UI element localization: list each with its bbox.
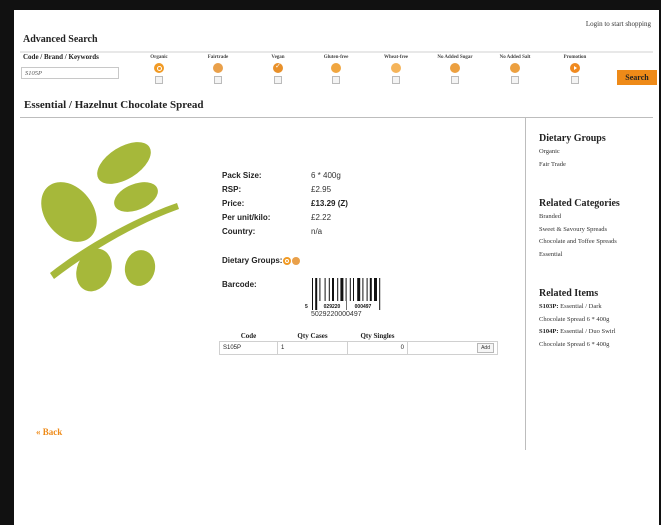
sidebar-heading: Related Categories [539, 198, 620, 209]
no-added-salt-icon [510, 63, 520, 73]
keyword-label: Code / Brand / Keywords [23, 53, 99, 61]
barcode-label: Barcode: [222, 280, 257, 289]
detail-value: £13.29 (Z) [311, 198, 348, 208]
related-item-name-line[interactable]: Chocolate Spread 6 * 400g [539, 314, 616, 327]
sidebar-dietary-groups: Dietary Groups Organic Fair Trade [539, 133, 606, 171]
add-button[interactable]: Add [477, 343, 494, 353]
related-item-name-line[interactable]: Chocolate Spread 6 * 400g [539, 339, 616, 352]
barcode-image: 5 029220 000497 [305, 278, 381, 310]
filter-checkbox-vegan[interactable] [274, 76, 282, 84]
promotion-icon [570, 63, 580, 73]
detail-value: n/a [311, 226, 323, 236]
gluten-free-icon [331, 63, 341, 73]
col-header-qty-cases: Qty Cases [297, 332, 328, 340]
filter-checkbox-organic[interactable] [155, 76, 163, 84]
back-link[interactable]: « Back [36, 427, 62, 437]
detail-row-rsp: RSP: £2.95 [222, 182, 348, 196]
sidebar-heading: Related Items [539, 288, 599, 299]
qty-singles-input[interactable]: 0 [347, 341, 408, 355]
barcode-number: 5029220000497 [311, 311, 362, 318]
related-item-name: Essential / Duo Swirl [560, 328, 616, 335]
barcode-digits-right: 000497 [355, 304, 372, 310]
dietary-groups-row: Dietary Groups: [222, 256, 301, 265]
category-link[interactable]: Branded [539, 211, 620, 224]
detail-row-pack-size: Pack Size: 6 * 400g [222, 168, 348, 182]
page: Login to start shopping Advanced Search … [14, 10, 659, 525]
keyword-input[interactable] [21, 67, 119, 79]
leaf-shape [41, 182, 97, 242]
filter-checkbox-no-added-salt[interactable] [511, 76, 519, 84]
col-header-qty-singles: Qty Singles [360, 332, 395, 340]
category-link[interactable]: Essential [539, 249, 620, 262]
no-added-sugar-icon [450, 63, 460, 73]
product-image-leaf-logo [41, 142, 179, 292]
order-table-header: Code Qty Cases Qty Singles [220, 331, 498, 342]
sidebar-item: Organic [539, 148, 560, 155]
table-row: S105P 1 0 Add [219, 341, 498, 355]
related-item-name: Essential / Dark [560, 303, 602, 310]
barcode-bar [312, 278, 313, 310]
detail-value: £2.95 [311, 184, 332, 194]
barcode-digit-first: 5 [305, 304, 308, 310]
detail-label: RSP: [222, 184, 242, 194]
detail-row-country: Country: n/a [222, 224, 348, 238]
barcode-bar [315, 278, 318, 310]
advanced-search-title: Advanced Search [23, 34, 98, 45]
qty-cases-input[interactable]: 1 [277, 341, 348, 355]
vegan-icon [273, 62, 283, 73]
leaf-shape [76, 248, 112, 292]
row-code: S105P [219, 341, 278, 355]
filter-label: Promotion [563, 55, 587, 60]
fairtrade-icon [292, 256, 301, 265]
fairtrade-icon [213, 63, 223, 73]
category-link[interactable]: Sweet & Savoury Spreads [539, 224, 620, 237]
filter-checkbox-no-added-sugar[interactable] [451, 76, 459, 84]
detail-value: £2.22 [311, 212, 332, 222]
sidebar-heading: Dietary Groups [539, 133, 606, 144]
related-item-code: S103P: [539, 303, 559, 310]
leaf-shape [124, 250, 156, 286]
organic-icon [154, 63, 164, 73]
filter-checkbox-promotion[interactable] [571, 76, 579, 84]
organic-icon [283, 256, 292, 265]
product-details: Pack Size: 6 * 400g RSP: £2.95 Price: £1… [222, 168, 348, 238]
related-item-code: S104P: [539, 328, 559, 335]
login-link[interactable]: Login to start shopping [586, 20, 651, 28]
sidebar-item: Fair Trade [539, 160, 566, 168]
sidebar-related-categories: Related Categories Branded Sweet & Savou… [539, 198, 620, 261]
detail-value: 6 * 400g [311, 170, 341, 180]
filter-checkbox-gluten-free[interactable] [332, 76, 340, 84]
detail-label: Price: [222, 198, 245, 208]
related-item-link[interactable]: S104P: Essential / Duo Swirl [539, 326, 616, 339]
detail-label: Pack Size: [222, 170, 262, 180]
search-button[interactable]: Search [617, 70, 657, 85]
filter-promotion: Promotion [540, 54, 610, 84]
related-item-link[interactable]: S103P: Essential / Dark [539, 301, 616, 314]
wheat-free-icon [391, 63, 401, 73]
detail-label: Country: [222, 226, 256, 236]
order-table: Code Qty Cases Qty Singles S105P 1 0 Add [219, 331, 498, 355]
sidebar-related-items: Related Items S103P: Essential / Dark Ch… [539, 288, 616, 351]
barcode-bar [379, 278, 381, 310]
filter-checkbox-wheat-free[interactable] [392, 76, 400, 84]
col-header-spacer [408, 331, 498, 342]
category-link[interactable]: Chocolate and Toffee Spreads [539, 236, 620, 249]
detail-label: Per unit/kilo: [222, 212, 271, 222]
dietary-groups-label: Dietary Groups: [222, 256, 283, 265]
detail-row-price: Price: £13.29 (Z) [222, 196, 348, 210]
header-divider [20, 51, 653, 53]
detail-row-per-unit: Per unit/kilo: £2.22 [222, 210, 348, 224]
col-header-code: Code [240, 332, 257, 340]
add-cell: Add [407, 341, 498, 355]
title-divider [20, 117, 653, 118]
product-title: Essential / Hazelnut Chocolate Spread [24, 99, 204, 111]
filter-checkbox-fairtrade[interactable] [214, 76, 222, 84]
barcode-digits-left: 029220 [324, 304, 341, 310]
sidebar-divider [525, 118, 526, 450]
